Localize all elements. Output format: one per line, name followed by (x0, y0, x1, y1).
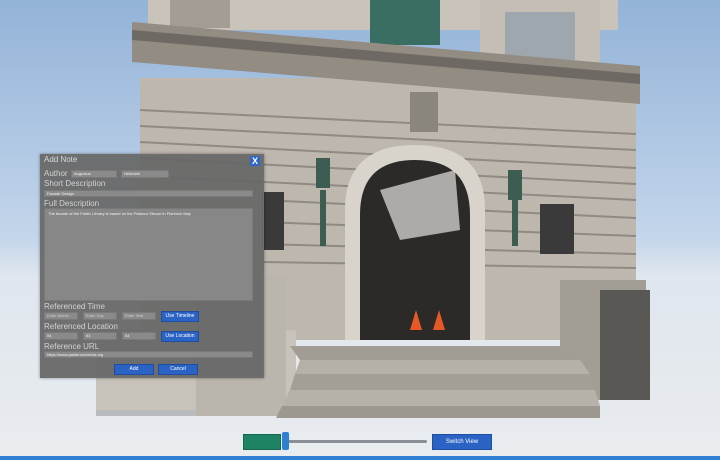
author-first-field[interactable]: Augustus (71, 170, 117, 178)
dialog-title: Add Note (44, 155, 78, 164)
time-year-field[interactable]: Enter Year (122, 312, 156, 320)
reference-url-label: Reference URL (44, 342, 100, 351)
referenced-location-label: Referenced Location (44, 322, 118, 331)
author-last-field[interactable]: Heimdall (121, 170, 169, 178)
location-y-field[interactable]: 63 (83, 332, 117, 340)
author-label: Author (44, 169, 68, 178)
reference-url-field[interactable]: https://www.pasterorchestra.org (44, 351, 253, 358)
time-month-field[interactable]: Enter Month (44, 312, 78, 320)
3d-viewport[interactable]: Add Note X Author Augustus Heimdall Shor… (0, 0, 720, 460)
close-button[interactable]: X (250, 156, 260, 166)
referenced-time-label: Referenced Time (44, 302, 105, 311)
use-location-button[interactable]: Use Location (161, 331, 199, 342)
cancel-button[interactable]: Cancel (158, 364, 198, 375)
full-description-label: Full Description (44, 199, 100, 208)
location-x-field[interactable]: 54 (44, 332, 78, 340)
view-mode-indicator[interactable] (243, 434, 281, 450)
full-description-field[interactable]: The facade of the Public Library is base… (44, 208, 253, 301)
switch-view-button[interactable]: Switch View (432, 434, 492, 450)
timeline-slider-track[interactable] (284, 440, 427, 443)
add-note-dialog: Add Note X Author Augustus Heimdall Shor… (40, 154, 264, 378)
location-z-field[interactable]: 54 (122, 332, 156, 340)
timeline-slider-handle[interactable] (282, 432, 289, 450)
short-description-label: Short Description (44, 179, 106, 188)
add-button[interactable]: Add (114, 364, 154, 375)
use-timeline-button[interactable]: Use Timeline (161, 311, 199, 322)
bottom-border (0, 456, 720, 460)
time-day-field[interactable]: Enter Day (83, 312, 117, 320)
short-description-field[interactable]: Facade Design (44, 190, 253, 197)
